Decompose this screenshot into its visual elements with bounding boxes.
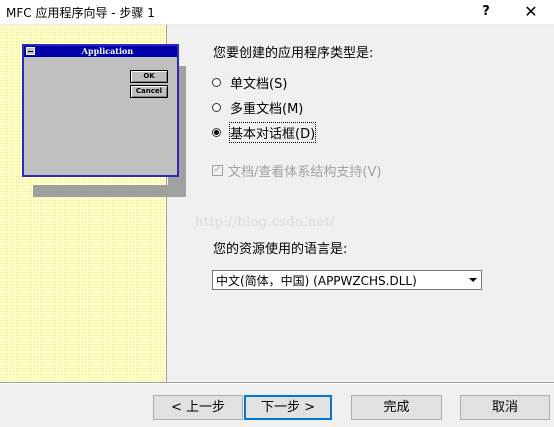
close-button[interactable]: ✕ [508,0,554,24]
preview-cancel-button: Cancel [130,85,168,98]
title-bar: MFC 应用程序向导 - 步骤 1 ? ✕ [0,0,554,25]
radio-button-icon[interactable] [212,103,221,112]
language-question: 您的资源使用的语言是: [213,242,348,257]
preview-caption-bar: Application [24,46,177,57]
back-button[interactable]: < 上一步 [153,395,243,420]
dialog-preview: Application OK Cancel [22,44,179,177]
preview-shadow-bottom [33,185,186,197]
next-button[interactable]: 下一步 > [244,395,332,420]
watermark: http://blog.csdn.net/ [195,215,335,230]
cancel-button[interactable]: 取消 [460,395,550,420]
radio-label[interactable]: 单文档(S) [230,73,287,92]
checkbox-label: 文档/查看体系结构支持(V) [228,165,382,180]
window-title: MFC 应用程序向导 - 步骤 1 [6,6,155,20]
language-select[interactable]: 中文(简体，中国) (APPWZCHS.DLL) [212,270,482,290]
app-type-question: 您要创建的应用程序类型是: [213,46,374,61]
finish-button[interactable]: 完成 [351,395,442,420]
preview-ok-button: OK [130,70,168,83]
wizard-client-area: Application OK Cancel 您要创建的应用程序类型是: 单文档(… [0,25,554,427]
radio-label[interactable]: 基本对话框(D) [228,122,317,143]
help-button[interactable]: ? [463,0,509,24]
language-selected-value: 中文(简体，中国) (APPWZCHS.DLL) [216,274,417,288]
radio-label[interactable]: 多重文档(M) [230,98,303,117]
divider-highlight [0,383,554,384]
radio-button-selected-icon[interactable] [212,128,221,137]
system-menu-icon [26,47,35,55]
radio-button-icon[interactable] [212,78,221,87]
preview-caption: Application [81,46,134,56]
checkmark-icon: ✓ [212,165,223,176]
chevron-down-icon[interactable] [466,273,479,287]
